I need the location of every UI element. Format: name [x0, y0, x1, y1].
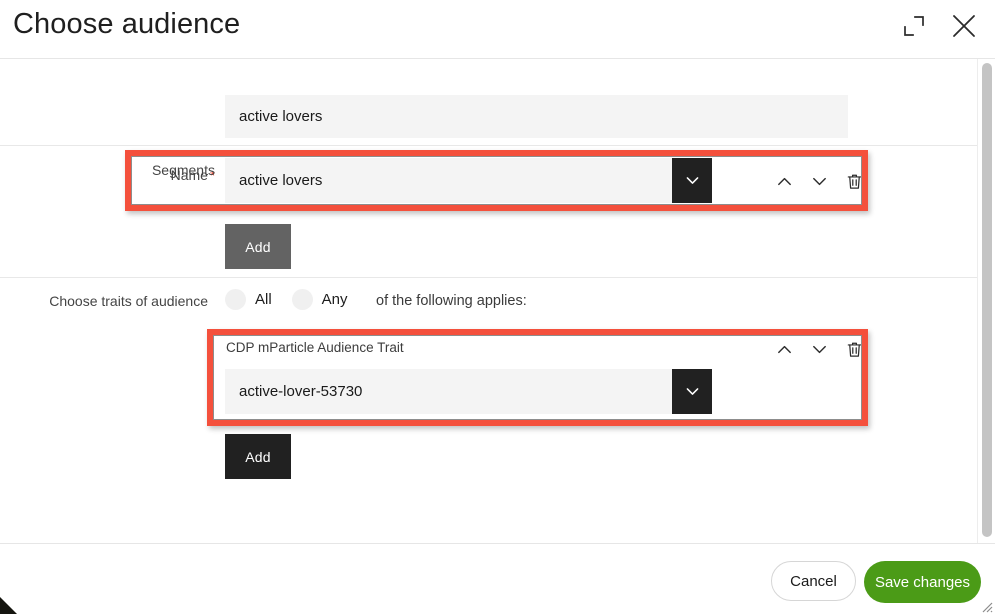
radio-all[interactable] — [225, 289, 246, 310]
section-divider-top — [0, 145, 977, 146]
segments-input[interactable] — [225, 158, 673, 203]
chevron-down-icon — [686, 177, 698, 184]
close-icon[interactable] — [949, 11, 979, 41]
dialog-header: Choose audience — [0, 0, 995, 59]
radio-any[interactable] — [291, 289, 313, 310]
radio-all-label: All — [255, 291, 272, 308]
radio-any-label: Any — [321, 291, 348, 308]
dialog-body: Name* Segments — [0, 59, 995, 543]
segments-move-up-icon[interactable] — [772, 169, 796, 193]
dialog-title: Choose audience — [13, 8, 241, 40]
expand-icon[interactable] — [899, 11, 929, 41]
segments-field-label: Segments — [151, 162, 215, 178]
name-input[interactable] — [225, 95, 848, 138]
trait-row-tools — [772, 337, 866, 361]
traits-applies-text: of the following applies: — [376, 293, 527, 309]
header-actions — [899, 11, 979, 41]
save-changes-button[interactable]: Save changes — [864, 561, 981, 603]
cancel-button[interactable]: Cancel — [771, 561, 856, 601]
traits-match-radio-group: All Any — [225, 289, 368, 310]
traits-add-button[interactable]: Add — [225, 434, 291, 479]
segments-dropdown-button[interactable] — [672, 158, 712, 203]
choose-audience-dialog: Choose audience Name* S — [0, 0, 995, 614]
traits-section-label: Choose traits of audience — [49, 293, 208, 309]
trait-delete-icon[interactable] — [842, 337, 866, 361]
trait-value-input[interactable] — [225, 369, 673, 414]
corner-marker-icon — [0, 597, 17, 614]
dialog-footer: Cancel Save changes — [0, 543, 995, 614]
chevron-down-icon — [686, 388, 698, 395]
segments-move-down-icon[interactable] — [807, 169, 831, 193]
segments-delete-icon[interactable] — [842, 169, 866, 193]
section-divider-middle — [0, 277, 977, 278]
body-scrollbar-thumb[interactable] — [982, 63, 992, 537]
trait-move-down-icon[interactable] — [807, 337, 831, 361]
trait-card-title: CDP mParticle Audience Trait — [226, 340, 404, 355]
segments-row-tools — [772, 169, 866, 193]
trait-dropdown-button[interactable] — [672, 369, 712, 414]
resize-grip-icon[interactable] — [979, 599, 993, 613]
body-scrollbar[interactable] — [977, 59, 995, 543]
trait-move-up-icon[interactable] — [772, 337, 796, 361]
segments-add-button[interactable]: Add — [225, 224, 291, 269]
